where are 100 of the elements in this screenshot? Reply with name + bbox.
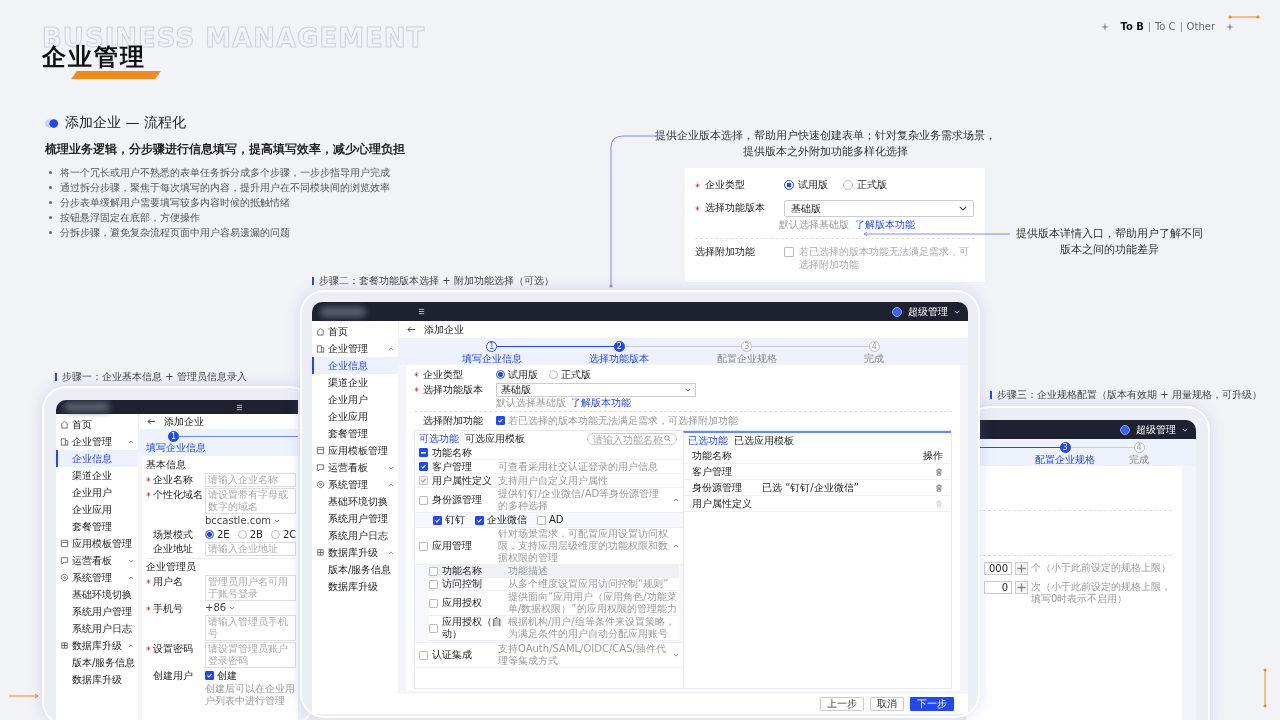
radio-button[interactable] <box>270 530 280 539</box>
sidebar-subitem[interactable]: 企业信息 <box>312 357 398 374</box>
sidebar-item[interactable]: 数据库升级 <box>56 637 138 654</box>
menu-icon[interactable] <box>418 308 425 315</box>
sidebar-subitem[interactable]: 基础环境切换 <box>56 586 138 603</box>
sidebar-item[interactable]: 系统管理 <box>56 569 138 586</box>
radio-button[interactable] <box>549 370 558 379</box>
version-select[interactable]: 基础版 <box>496 382 696 397</box>
sidebar-item[interactable]: 应用模板管理 <box>56 535 138 552</box>
field-label: 企业名称 <box>153 473 194 486</box>
checkbox[interactable] <box>205 671 214 680</box>
plus-button[interactable] <box>1015 562 1028 575</box>
bullet-icon <box>49 201 52 204</box>
nav-link[interactable]: To B <box>1115 22 1149 32</box>
chevron-icon[interactable] <box>673 498 679 502</box>
sidebar-subitem[interactable]: 版本/服务信息 <box>312 561 398 578</box>
sidebar-subitem[interactable]: 系统用户日志 <box>56 620 138 637</box>
radio-button[interactable] <box>496 370 505 379</box>
checkbox[interactable] <box>419 650 428 660</box>
sidebar-subitem[interactable]: 数据库升级 <box>312 578 398 595</box>
sidebar-subitem[interactable]: 系统用户日志 <box>312 527 398 544</box>
sidebar-subitem[interactable]: 企业用户 <box>312 391 398 408</box>
tab[interactable]: 已选应用模板 <box>734 434 794 447</box>
step-label: 完成 <box>1129 454 1149 466</box>
sidebar-subitem[interactable]: 套餐管理 <box>312 425 398 442</box>
tab[interactable]: 可选应用模板 <box>465 432 525 445</box>
checkbox[interactable] <box>784 247 794 257</box>
sidebar-subitem[interactable]: 企业应用 <box>312 408 398 425</box>
sidebar-subitem[interactable]: 渠道企业 <box>312 374 398 391</box>
field-label: 选择功能版本 <box>705 201 766 215</box>
country-code-select[interactable]: +86 <box>205 602 227 614</box>
tab[interactable]: 已选功能 <box>688 434 728 447</box>
sidebar-subitem[interactable]: 系统用户管理 <box>312 510 398 527</box>
sidebar-item[interactable]: 数据库升级 <box>312 544 398 561</box>
sidebar-subitem[interactable]: 套餐管理 <box>56 518 138 535</box>
sparkle-icon <box>1101 23 1110 31</box>
checkbox[interactable] <box>429 566 438 576</box>
version-link[interactable]: 了解版本功能 <box>855 218 915 232</box>
checkbox[interactable] <box>475 515 484 525</box>
feature-name: 身份源管理 <box>432 494 483 506</box>
back-arrow-icon[interactable] <box>147 418 156 425</box>
checkbox[interactable] <box>419 462 428 471</box>
radio-button[interactable] <box>784 180 794 190</box>
sidebar-item[interactable]: 应用模板管理 <box>312 442 398 459</box>
plus-button[interactable] <box>1015 581 1028 594</box>
checkbox-label: 钉钉 <box>445 514 465 526</box>
footer-button[interactable]: 下一步 <box>910 697 954 711</box>
checkbox[interactable] <box>429 579 438 589</box>
sidebar-subitem[interactable]: 系统用户管理 <box>56 603 138 620</box>
radio-button[interactable] <box>237 530 247 539</box>
checkbox[interactable] <box>429 623 438 633</box>
search-icon[interactable] <box>664 435 671 442</box>
version-link[interactable]: 了解版本功能 <box>571 397 631 409</box>
sidebar-item[interactable]: 首页 <box>312 323 398 340</box>
checkbox[interactable] <box>433 515 442 525</box>
number-field[interactable]: 0 <box>984 581 1012 594</box>
radio-button[interactable] <box>843 180 853 190</box>
tab[interactable]: 可选功能 <box>419 432 459 445</box>
trash-icon[interactable] <box>935 467 943 476</box>
step-label: 配置企业规格 <box>716 353 777 365</box>
checkbox[interactable] <box>429 598 438 608</box>
user-menu[interactable]: 超级管理 <box>908 305 948 318</box>
trash-icon[interactable] <box>935 483 943 492</box>
checkbox[interactable] <box>496 416 505 425</box>
sidebar-subitem[interactable]: 数据库升级 <box>56 671 138 688</box>
domain-select[interactable]: bccastle.com <box>205 515 272 527</box>
sidebar-item[interactable]: 运营看板 <box>312 459 398 476</box>
sidebar-item[interactable]: 运营看板 <box>56 552 138 569</box>
radio-button[interactable] <box>205 530 214 539</box>
sidebar-item[interactable]: 系统管理 <box>312 476 398 493</box>
caption-marker <box>990 391 992 399</box>
sidebar-subitem[interactable]: 渠道企业 <box>56 467 138 484</box>
chevron-icon[interactable] <box>673 653 679 657</box>
chevron-icon[interactable] <box>673 544 679 548</box>
sidebar-subitem[interactable]: 企业应用 <box>56 501 138 518</box>
version-select[interactable]: 基础版 <box>784 199 974 217</box>
checkbox[interactable] <box>419 495 428 505</box>
sidebar-subitem[interactable]: 版本/服务信息 <box>56 654 138 671</box>
sidebar-item[interactable]: 首页 <box>56 416 138 433</box>
sidebar-subitem[interactable]: 企业用户 <box>56 484 138 501</box>
field-label: 设置密码 <box>153 642 194 655</box>
checkbox[interactable] <box>419 448 428 457</box>
menu-icon[interactable] <box>236 403 243 411</box>
caret-icon <box>229 606 236 610</box>
user-menu[interactable]: 超级管理 <box>1136 423 1176 436</box>
sidebar-item[interactable]: 企业管理 <box>312 340 398 357</box>
footer-button[interactable]: 取消 <box>870 697 904 711</box>
back-arrow-icon[interactable] <box>407 326 416 333</box>
sidebar-subitem[interactable]: 企业信息 <box>56 450 138 467</box>
number-field[interactable]: 000 <box>984 562 1012 575</box>
sidebar-item[interactable]: 企业管理 <box>56 433 138 450</box>
decorative-line <box>1262 668 1268 708</box>
footer-button[interactable]: 上一步 <box>820 697 864 711</box>
nav-link[interactable]: Other <box>1180 22 1220 32</box>
nav-link[interactable]: To C <box>1148 22 1181 32</box>
checkbox[interactable] <box>419 541 428 551</box>
caret-icon <box>274 519 281 523</box>
checkbox[interactable] <box>537 515 546 525</box>
caret-icon <box>1182 427 1188 432</box>
sidebar-subitem[interactable]: 基础环境切换 <box>312 493 398 510</box>
